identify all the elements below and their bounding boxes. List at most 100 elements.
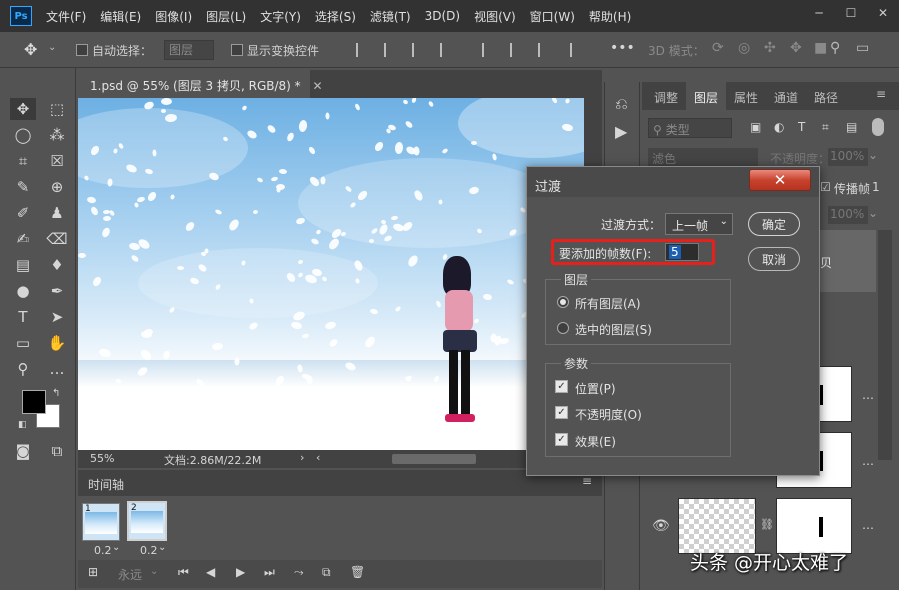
zoom-level[interactable]: 55%: [90, 452, 114, 465]
lasso-tool-icon[interactable]: ◯: [10, 124, 36, 146]
tab-layers[interactable]: 图层: [686, 82, 727, 110]
align-right-icon[interactable]: [412, 43, 424, 57]
maximize-icon[interactable]: ☐: [835, 0, 867, 26]
align-center-icon[interactable]: [384, 43, 396, 57]
convert-timeline-icon[interactable]: ⊞: [88, 565, 98, 579]
close-tab-icon[interactable]: ✕: [313, 79, 323, 93]
position-label[interactable]: 位置(P): [575, 380, 616, 397]
selected-layers-radio[interactable]: [557, 322, 569, 334]
chevron-down-icon[interactable]: ⌄: [112, 542, 120, 553]
distribute-icon[interactable]: [440, 43, 452, 57]
first-frame-icon[interactable]: ⏮: [178, 565, 189, 580]
layers-scrollbar[interactable]: [878, 230, 892, 460]
document-canvas[interactable]: [78, 98, 584, 450]
horizontal-scrollbar[interactable]: [392, 454, 476, 464]
tab-adjustments[interactable]: 调整: [654, 89, 678, 106]
effects-label[interactable]: 效果(E): [575, 433, 616, 450]
eye-visibility-icon[interactable]: 👁: [652, 518, 670, 534]
marquee-tool-icon[interactable]: ⬚: [44, 98, 70, 120]
move-tool-icon[interactable]: ✥: [24, 40, 37, 59]
3d-pan-icon[interactable]: ✣: [764, 40, 776, 56]
history-brush-icon[interactable]: ✍: [10, 228, 36, 250]
menu-type[interactable]: 文字(Y): [260, 8, 301, 25]
healing-brush-icon[interactable]: ⊕: [44, 176, 70, 198]
filter-type-icon[interactable]: T: [798, 120, 805, 134]
hand-tool-icon[interactable]: ✋: [44, 332, 70, 354]
tween-with-dropdown[interactable]: 上一帧 ⌄: [665, 213, 733, 235]
chevron-down-icon[interactable]: ⌄: [150, 566, 158, 577]
cancel-button[interactable]: 取消: [748, 247, 800, 271]
auto-select-checkbox[interactable]: [76, 44, 88, 56]
move-tool-icon[interactable]: ✥: [10, 98, 36, 120]
tab-properties[interactable]: 属性: [734, 89, 758, 106]
type-tool-icon[interactable]: T: [10, 306, 36, 328]
magic-wand-icon[interactable]: ⁂: [44, 124, 70, 146]
layer-kind-filter[interactable]: ⚲ 类型: [648, 118, 732, 138]
search-icon[interactable]: ⚲: [830, 40, 840, 56]
loop-options[interactable]: 永远: [118, 566, 142, 583]
filter-smart-object-icon[interactable]: ▤: [846, 120, 857, 134]
eraser-tool-icon[interactable]: ⌫: [44, 228, 70, 250]
close-icon[interactable]: ✕: [749, 169, 811, 191]
filter-adjustment-icon[interactable]: ◐: [774, 120, 784, 134]
gradient-tool-icon[interactable]: ▤: [10, 254, 36, 276]
effects-checkbox[interactable]: ✓: [555, 433, 568, 446]
workspace-icon[interactable]: ▭: [856, 40, 869, 56]
opacity-checkbox[interactable]: ✓: [555, 406, 568, 419]
frame-1-delay[interactable]: 0.2: [94, 544, 112, 557]
timeline-frame-2[interactable]: 2: [127, 501, 167, 541]
more-options-icon[interactable]: •••: [610, 40, 635, 56]
link-icon[interactable]: ⛓: [760, 518, 774, 531]
align-bottom-icon[interactable]: [538, 43, 550, 57]
menu-filter[interactable]: 滤镜(T): [370, 8, 411, 25]
timeline-frame-1[interactable]: 1: [82, 503, 120, 541]
blend-mode-dropdown[interactable]: 滤色: [648, 148, 758, 168]
propagate-checkbox[interactable]: ☑: [820, 180, 831, 194]
next-frame-icon[interactable]: ⏭: [264, 565, 275, 580]
pen-tool-icon[interactable]: ✒: [44, 280, 70, 302]
layer-options-icon[interactable]: …: [862, 518, 874, 532]
stamp-tool-icon[interactable]: ♟: [44, 202, 70, 224]
menu-help[interactable]: 帮助(H): [589, 8, 631, 25]
eyedropper-icon[interactable]: ✎: [10, 176, 36, 198]
layer-options-icon[interactable]: …: [862, 454, 874, 468]
tween-icon[interactable]: ⤳: [294, 565, 304, 580]
align-left-icon[interactable]: [356, 43, 368, 57]
menu-3d[interactable]: 3D(D): [425, 9, 460, 23]
fill-field[interactable]: 100%: [828, 206, 868, 224]
history-icon[interactable]: ⎌: [615, 94, 628, 114]
screen-mode-icon[interactable]: ⧉: [44, 440, 70, 462]
panel-menu-icon[interactable]: ≡: [582, 474, 592, 488]
zoom-tool-icon[interactable]: ⚲: [10, 358, 36, 380]
layer-thumbnail[interactable]: [678, 498, 756, 554]
delete-frame-icon[interactable]: 🗑: [350, 565, 365, 579]
filter-toggle[interactable]: [872, 118, 884, 136]
actions-play-icon[interactable]: ▶: [615, 122, 627, 141]
show-transform-checkbox[interactable]: [231, 44, 243, 56]
crop-tool-icon[interactable]: ⌗: [10, 150, 36, 172]
3d-slide-icon[interactable]: ✥: [790, 40, 802, 56]
panel-menu-icon[interactable]: ≡: [876, 87, 886, 101]
selected-layers-label[interactable]: 选中的图层(S): [575, 321, 652, 338]
3d-roll-icon[interactable]: ◎: [738, 40, 750, 56]
menu-file[interactable]: 文件(F): [46, 8, 86, 25]
menu-select[interactable]: 选择(S): [315, 8, 356, 25]
chevron-down-icon[interactable]: ⌄: [868, 206, 882, 220]
close-icon[interactable]: ✕: [867, 0, 899, 26]
distribute-vertical-icon[interactable]: [570, 43, 582, 57]
dodge-tool-icon[interactable]: ●: [10, 280, 36, 302]
layer-mask-thumbnail[interactable]: [776, 498, 852, 554]
brush-tool-icon[interactable]: ✐: [10, 202, 36, 224]
foreground-color-swatch[interactable]: [22, 390, 46, 414]
chevron-down-icon[interactable]: ⌄: [868, 148, 882, 162]
menu-view[interactable]: 视图(V): [474, 8, 516, 25]
previous-frame-icon[interactable]: ◀: [206, 565, 215, 579]
tab-paths[interactable]: 路径: [814, 89, 838, 106]
swap-colors-icon[interactable]: ↰: [52, 388, 60, 399]
position-checkbox[interactable]: ✓: [555, 380, 568, 393]
opacity-param-label[interactable]: 不透明度(O): [575, 406, 642, 423]
frames-to-add-input[interactable]: 5: [665, 243, 699, 261]
opacity-field[interactable]: 100%: [828, 148, 868, 166]
play-icon[interactable]: ▶: [236, 565, 245, 579]
align-middle-icon[interactable]: [510, 43, 522, 57]
